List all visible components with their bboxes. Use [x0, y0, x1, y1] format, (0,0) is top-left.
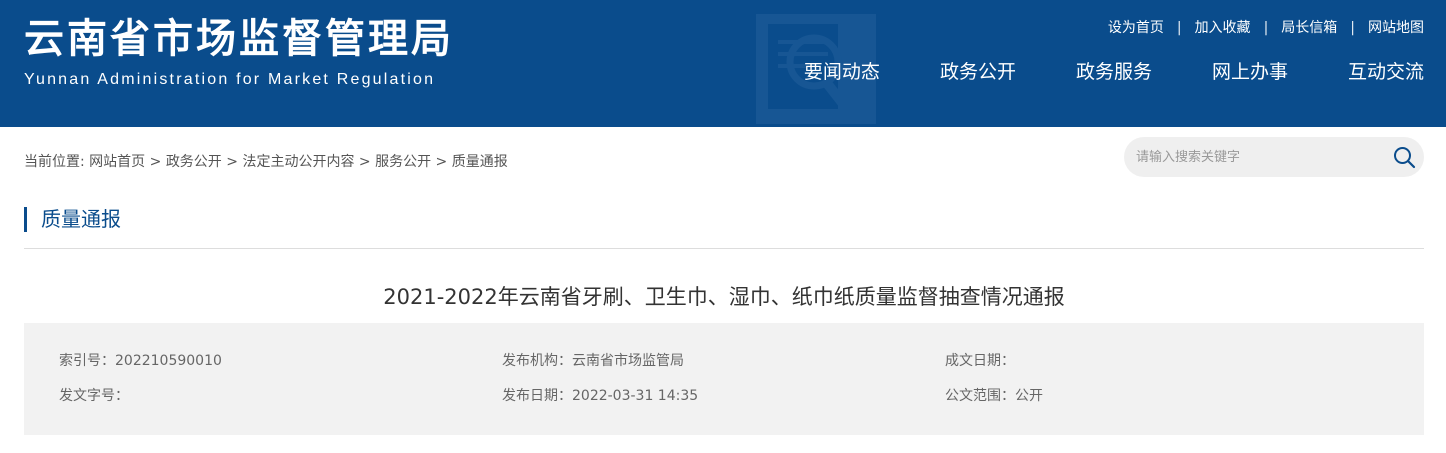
main-nav: 要闻动态 政务公开 政务服务 网上办事 互动交流: [804, 59, 1424, 85]
top-link-set-homepage[interactable]: 设为首页: [1108, 18, 1164, 38]
meta-issuer: 发布机构：云南省市场监管局: [502, 351, 684, 371]
divider: [24, 248, 1424, 249]
breadcrumb-separator: >: [435, 154, 448, 170]
meta-written-date: 成文日期：: [945, 351, 1015, 371]
breadcrumb-item-service-disclosure[interactable]: 服务公开: [375, 154, 431, 170]
meta-doc-number: 发文字号：: [59, 386, 129, 406]
breadcrumb-separator: >: [149, 154, 162, 170]
search-icon[interactable]: [1392, 145, 1416, 169]
nav-item-online-services[interactable]: 网上办事: [1212, 59, 1288, 85]
top-link-separator: |: [1350, 20, 1355, 36]
meta-publish-date-value: 2022-03-31 14:35: [572, 388, 699, 404]
breadcrumb-item-quality-report[interactable]: 质量通报: [452, 154, 508, 170]
nav-item-news[interactable]: 要闻动态: [804, 59, 880, 85]
top-link-add-favorite[interactable]: 加入收藏: [1195, 18, 1251, 38]
section-heading: 质量通报: [24, 207, 121, 232]
meta-issuer-value: 云南省市场监管局: [572, 353, 684, 369]
top-links: 设为首页 | 加入收藏 | 局长信箱 | 网站地图: [1108, 18, 1424, 38]
site-subtitle: Yunnan Administration for Market Regulat…: [24, 71, 436, 88]
meta-doc-number-label: 发文字号：: [59, 388, 129, 404]
nav-item-government-services[interactable]: 政务服务: [1076, 59, 1152, 85]
meta-index: 索引号：202210590010: [59, 351, 222, 371]
top-link-site-map[interactable]: 网站地图: [1368, 18, 1424, 38]
meta-scope-label: 公文范围：: [945, 388, 1015, 404]
article-title: 2021-2022年云南省牙刷、卫生巾、湿巾、纸巾纸质量监督抽查情况通报: [383, 285, 1065, 309]
meta-index-label: 索引号：: [59, 353, 115, 369]
breadcrumb-item-government-affairs[interactable]: 政务公开: [166, 154, 222, 170]
meta-scope-value: 公开: [1015, 388, 1043, 404]
search-input[interactable]: [1136, 137, 1386, 177]
breadcrumb-prefix: 当前位置:: [24, 154, 85, 170]
meta-index-value: 202210590010: [115, 353, 222, 369]
article-meta-panel: 索引号：202210590010 发布机构：云南省市场监管局 成文日期： 发文字…: [24, 323, 1424, 435]
top-link-separator: |: [1176, 20, 1182, 36]
breadcrumb-separator: >: [226, 154, 238, 170]
site-header: 云南省市场监督管理局 Yunnan Administration for Mar…: [0, 0, 1446, 127]
meta-publish-date: 发布日期：2022-03-31 14:35: [502, 386, 698, 406]
search-box: [1124, 137, 1424, 177]
breadcrumb-item-statutory-disclosure[interactable]: 法定主动公开内容: [242, 154, 354, 170]
meta-scope: 公文范围：公开: [945, 386, 1043, 406]
meta-publish-date-label: 发布日期：: [502, 388, 572, 404]
top-link-director-mailbox[interactable]: 局长信箱: [1281, 18, 1337, 38]
meta-issuer-label: 发布机构：: [502, 353, 572, 369]
top-link-separator: |: [1263, 20, 1269, 36]
nav-item-government-affairs[interactable]: 政务公开: [940, 59, 1016, 85]
breadcrumb: 当前位置: 网站首页 > 政务公开 > 法定主动公开内容 > 服务公开 > 质量…: [24, 152, 508, 172]
meta-written-date-label: 成文日期：: [945, 353, 1015, 369]
nav-item-interaction[interactable]: 互动交流: [1348, 59, 1424, 85]
breadcrumb-separator: >: [358, 154, 371, 170]
site-title[interactable]: 云南省市场监督管理局: [24, 14, 454, 64]
breadcrumb-item-home[interactable]: 网站首页: [89, 154, 145, 170]
